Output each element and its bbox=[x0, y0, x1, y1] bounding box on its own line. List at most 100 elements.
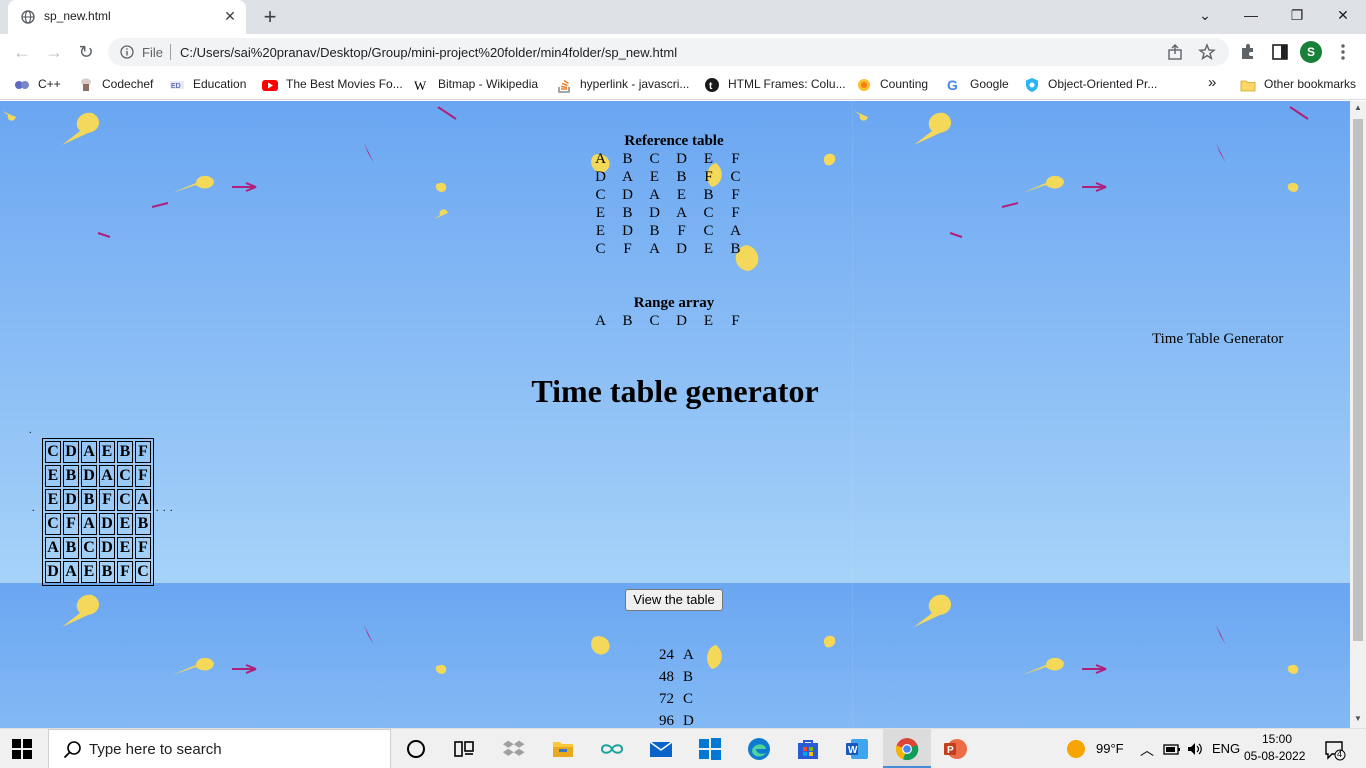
volume-icon[interactable] bbox=[1186, 741, 1204, 757]
list-item: 24 A bbox=[650, 647, 694, 669]
restore-button[interactable]: ❐ bbox=[1274, 0, 1320, 30]
info-icon[interactable] bbox=[120, 45, 134, 59]
extensions-puzzle-icon[interactable] bbox=[1238, 42, 1258, 62]
scroll-down-arrow-icon[interactable]: ▼ bbox=[1354, 714, 1362, 723]
bookmark-label: hyperlink - javascri... bbox=[580, 77, 690, 91]
omnibox-divider bbox=[170, 44, 171, 60]
bookmark-label: Google bbox=[970, 77, 1009, 91]
battery-icon[interactable] bbox=[1162, 741, 1182, 757]
globe-icon bbox=[21, 10, 35, 24]
reference-cell: D bbox=[676, 151, 687, 167]
vertical-scrollbar[interactable]: ▲ ▼ bbox=[1350, 101, 1366, 728]
reload-icon[interactable]: ↻ bbox=[74, 40, 98, 64]
stackoverflow-icon bbox=[558, 79, 570, 93]
notification-count-badge: 4 bbox=[1337, 749, 1343, 759]
reference-cell: E bbox=[676, 187, 687, 203]
page-viewport: Reference table ABCDEF DAEBFC CDAEBF EBD… bbox=[0, 101, 1350, 728]
ginkgo-leaf-decoration bbox=[854, 111, 868, 121]
task-view-icon[interactable] bbox=[452, 737, 476, 761]
cortana-icon[interactable] bbox=[404, 737, 428, 761]
file-explorer-icon[interactable] bbox=[551, 737, 575, 761]
side-panel-icon[interactable] bbox=[1270, 42, 1290, 62]
microsoft-store-icon[interactable] bbox=[796, 737, 820, 761]
back-arrow-icon[interactable]: ← bbox=[10, 40, 34, 64]
codechef-chef-icon bbox=[81, 78, 91, 91]
table-cell: A bbox=[81, 513, 97, 535]
table-cell: D bbox=[99, 513, 115, 535]
chrome-icon[interactable] bbox=[895, 737, 919, 761]
bookmark-label: Codechef bbox=[102, 77, 154, 91]
file-label: File bbox=[142, 45, 163, 60]
word-icon[interactable]: W bbox=[845, 737, 869, 761]
magenta-bird-decoration bbox=[1216, 143, 1226, 163]
close-tab-icon[interactable]: ✕ bbox=[222, 8, 238, 24]
table-cell: C bbox=[135, 561, 151, 583]
table-row: EBDACF bbox=[45, 465, 151, 487]
weather-temperature[interactable]: 99°F bbox=[1096, 741, 1124, 756]
taskbar-search-box[interactable]: Type here to search bbox=[48, 729, 391, 768]
view-table-button[interactable]: View the table bbox=[625, 589, 723, 611]
ginkgo-leaf-decoration bbox=[1022, 175, 1064, 193]
ginkgo-leaf-decoration bbox=[426, 177, 447, 192]
weather-sun-icon[interactable] bbox=[1066, 739, 1086, 759]
table-cell: A bbox=[135, 489, 151, 511]
url-text[interactable]: C:/Users/sai%20pranav/Desktop/Group/mini… bbox=[180, 45, 677, 60]
reference-cell: B bbox=[649, 223, 660, 239]
shield-icon bbox=[1026, 78, 1038, 92]
notification-center-icon[interactable] bbox=[1324, 739, 1346, 761]
wikipedia-icon: W bbox=[414, 78, 427, 93]
powerpoint-icon[interactable]: P bbox=[943, 737, 967, 761]
table-cell: F bbox=[63, 513, 79, 535]
reference-row: C F ADEB bbox=[587, 241, 749, 259]
minimize-button[interactable]: — bbox=[1228, 0, 1274, 30]
new-tab-button[interactable]: + bbox=[258, 6, 282, 30]
ginkgo-leaf-decoration bbox=[426, 659, 447, 674]
svg-text:W: W bbox=[848, 745, 858, 756]
reference-cell: E bbox=[595, 205, 606, 221]
table-cell: C bbox=[117, 465, 133, 487]
tab-search-chevron-icon[interactable]: ⌄ bbox=[1182, 0, 1228, 30]
bookmark-cpp-icon bbox=[15, 81, 29, 89]
clock-time[interactable]: 15:00 bbox=[1262, 732, 1292, 746]
input-language[interactable]: ENG bbox=[1212, 741, 1240, 756]
kebab-menu-icon[interactable] bbox=[1333, 42, 1353, 62]
ginkgo-leaf-decoration bbox=[2, 111, 16, 121]
range-cell: E bbox=[703, 313, 714, 329]
reference-cell: D bbox=[595, 169, 606, 185]
list-number: 96 bbox=[659, 713, 674, 728]
bookmark-label: Bitmap - Wikipedia bbox=[438, 77, 539, 91]
reference-row: ABCDE F bbox=[587, 151, 749, 169]
reference-cell: F bbox=[704, 169, 713, 185]
background-seam bbox=[852, 101, 853, 728]
clock-date[interactable]: 05-08-2022 bbox=[1244, 749, 1305, 763]
bookmark-star-icon[interactable] bbox=[1198, 43, 1216, 61]
tab-sp-new[interactable]: sp_new.html ✕ bbox=[8, 0, 246, 34]
close-window-button[interactable]: ✕ bbox=[1320, 0, 1366, 30]
svg-text:ED: ED bbox=[171, 83, 181, 90]
table-cell: B bbox=[99, 561, 115, 583]
tutorialspoint-icon: t bbox=[705, 78, 719, 92]
windows-start-icon[interactable] bbox=[12, 739, 32, 759]
magenta-bird-decoration bbox=[437, 106, 457, 120]
reference-cell: D bbox=[622, 223, 633, 239]
bookmark-label: Counting bbox=[880, 77, 929, 91]
scrollbar-thumb[interactable] bbox=[1353, 119, 1363, 641]
ginkgo-leaf-decoration bbox=[914, 594, 952, 627]
arduino-infinity-icon[interactable] bbox=[600, 737, 624, 761]
list-letter: A bbox=[683, 647, 694, 663]
reference-cell: A bbox=[622, 169, 633, 185]
ginkgo-leaf-decoration bbox=[816, 635, 836, 659]
windows-store-tile-icon[interactable] bbox=[698, 737, 722, 761]
edge-icon[interactable] bbox=[747, 737, 771, 761]
forward-arrow-icon[interactable]: → bbox=[42, 40, 66, 64]
tray-overflow-chevron-icon[interactable]: ︿ bbox=[1140, 740, 1154, 760]
address-bar[interactable]: File C:/Users/sai%20pranav/Desktop/Group… bbox=[108, 38, 1229, 66]
bookmark-label: Object-Oriented Pr... bbox=[1048, 77, 1158, 91]
share-icon[interactable] bbox=[1166, 43, 1184, 61]
reference-cell: D bbox=[676, 241, 687, 257]
scroll-up-arrow-icon[interactable]: ▲ bbox=[1354, 103, 1362, 112]
dropbox-icon[interactable] bbox=[502, 737, 526, 761]
mail-icon[interactable] bbox=[649, 737, 673, 761]
bookmarks-overflow-chevron-icon[interactable]: » bbox=[1208, 74, 1216, 92]
profile-avatar[interactable]: S bbox=[1300, 41, 1322, 63]
